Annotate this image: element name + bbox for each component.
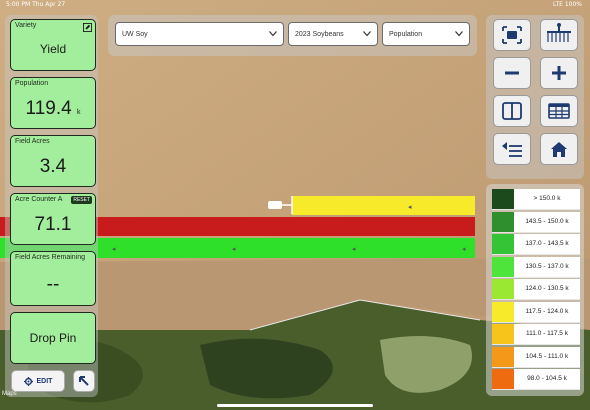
home-icon (551, 142, 567, 157)
season-select[interactable]: 2023 Soybeans (288, 22, 378, 46)
split-view-icon (502, 102, 522, 120)
edit-button[interactable]: EDIT (11, 370, 65, 392)
legend-row: 117.5 - 124.0 k (492, 301, 580, 323)
legend-row: 130.5 - 137.0 k (492, 256, 580, 278)
zoom-out-button[interactable] (493, 57, 531, 89)
svg-text:◂: ◂ (352, 246, 356, 253)
legend-row: 143.5 - 150.0 k (492, 211, 580, 233)
svg-text:◂: ◂ (232, 246, 236, 253)
variety-card[interactable]: Variety Yield (10, 19, 96, 71)
legend-label: 130.5 - 137.0 k (525, 262, 569, 270)
legend-row: > 150.0 k (492, 189, 580, 210)
season-select-value: 2023 Soybeans (295, 31, 344, 38)
legend-label: 98.0 - 104.5 k (527, 375, 567, 382)
home-button[interactable] (540, 133, 578, 165)
field-select-value: UW Soy (122, 31, 148, 38)
legend-label: 143.5 - 150.0 k (525, 217, 569, 225)
home-indicator[interactable] (217, 404, 373, 407)
legend-label: 124.0 - 130.5 k (525, 285, 569, 292)
legend-label: 137.0 - 143.5 k (525, 240, 569, 247)
field-acres-remaining-value: -- (46, 274, 60, 295)
zoom-in-button[interactable] (540, 57, 578, 89)
variety-value: Yield (39, 42, 67, 56)
legend-swatch (492, 234, 514, 254)
field-acres-remaining-caption: Field Acres Remaining (15, 254, 86, 261)
edit-icon[interactable] (83, 23, 92, 32)
legend-row: 124.0 - 130.5 k (492, 279, 580, 300)
acre-counter-value: 71.1 (34, 214, 72, 235)
legend-label: > 150.0 k (533, 195, 561, 202)
svg-text:◂: ◂ (462, 246, 466, 253)
planter-icon (547, 23, 571, 42)
legend-label: 111.0 - 117.5 k (526, 330, 568, 337)
acre-counter-card[interactable]: Acre Counter A RESET 71.1 (10, 193, 96, 245)
population-caption: Population (15, 80, 49, 87)
gear-icon (23, 376, 33, 386)
population-unit: k (76, 109, 81, 116)
plus-icon (552, 66, 566, 80)
chevron-down-icon (455, 31, 463, 37)
legend-row: 111.0 - 117.5 k (492, 324, 580, 345)
legend-swatch (492, 369, 514, 389)
field-acres-caption: Field Acres (15, 138, 50, 145)
legend-label: 117.5 - 124.0 k (525, 307, 569, 315)
expand-button[interactable] (73, 370, 95, 392)
status-time: 5:00 PM Thu Apr 27 (6, 1, 66, 8)
legend-swatch (492, 189, 514, 209)
legend-row: 137.0 - 143.5 k (492, 234, 580, 255)
recenter-button[interactable] (493, 19, 531, 51)
population-value: 119.4 (25, 98, 72, 119)
population-card[interactable]: Population 119.4 k (10, 77, 96, 129)
legend-swatch (492, 324, 514, 344)
svg-text:◂: ◂ (408, 204, 412, 211)
status-bar: 5:00 PM Thu Apr 27 LTE 100% (0, 0, 590, 11)
legend-row: 104.5 - 111.0 k (492, 346, 580, 368)
layers-back-button[interactable] (493, 133, 531, 165)
drop-pin-label: Drop Pin (29, 331, 77, 345)
maps-attribution: Maps (2, 391, 17, 397)
layer-select-value: Population (389, 31, 423, 38)
legend-swatch (492, 279, 514, 299)
chevron-down-icon (269, 31, 277, 37)
implement-button[interactable] (540, 19, 578, 51)
legend-row: 98.0 - 104.5 k (492, 369, 580, 390)
minus-icon (505, 71, 519, 75)
list-back-icon (502, 142, 522, 157)
chevron-down-icon (363, 31, 371, 37)
population-value-wrap: 119.4 k (11, 98, 95, 120)
legend-swatch (492, 211, 514, 232)
acre-counter-caption: Acre Counter A (15, 196, 63, 203)
legend-swatch (492, 346, 514, 367)
reset-button[interactable]: RESET (71, 196, 92, 204)
legend-label: 104.5 - 111.0 k (525, 352, 569, 360)
legend-swatch (492, 301, 514, 322)
variety-caption: Variety (15, 22, 37, 29)
edit-label: EDIT (36, 377, 53, 385)
split-view-button[interactable] (493, 95, 531, 127)
svg-text:◂: ◂ (112, 246, 116, 253)
field-acres-value: 3.4 (39, 156, 67, 177)
legend-swatch (492, 256, 514, 277)
drop-pin-button[interactable]: Drop Pin (10, 312, 96, 364)
table-icon (548, 103, 570, 119)
field-acres-remaining-card[interactable]: Field Acres Remaining -- (10, 251, 96, 306)
fit-bounds-icon (502, 26, 522, 44)
layer-select[interactable]: Population (382, 22, 470, 46)
table-view-button[interactable] (540, 95, 578, 127)
field-acres-card[interactable]: Field Acres 3.4 (10, 135, 96, 187)
arrow-up-left-icon (79, 376, 89, 386)
field-select[interactable]: UW Soy (115, 22, 284, 46)
status-indicators: LTE 100% (552, 1, 582, 8)
